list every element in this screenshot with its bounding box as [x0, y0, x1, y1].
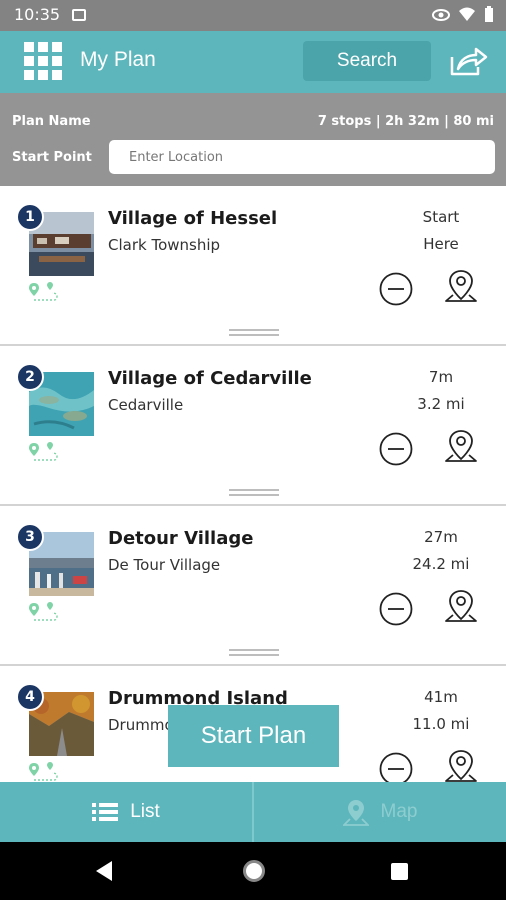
- drag-handle[interactable]: [229, 489, 279, 497]
- list-icon: [92, 803, 119, 821]
- start-plan-button[interactable]: Start Plan: [168, 705, 339, 767]
- tab-map[interactable]: Map: [254, 782, 506, 842]
- home-icon[interactable]: [243, 860, 265, 882]
- stop-distance: 24.2 mi: [412, 555, 470, 573]
- stop-distance: Here: [423, 235, 459, 253]
- recent-apps-icon[interactable]: [391, 863, 408, 880]
- tab-list-label: List: [130, 801, 160, 822]
- stop-distance: 3.2 mi: [417, 395, 465, 413]
- drag-handle[interactable]: [229, 329, 279, 337]
- wifi-icon: [459, 7, 475, 21]
- status-bar: 10:35: [0, 0, 506, 31]
- system-nav-bar: [0, 842, 506, 900]
- stop-subtitle: Clark Township: [108, 236, 221, 254]
- minus-circle-icon[interactable]: [379, 432, 413, 466]
- route-icon[interactable]: [28, 601, 58, 623]
- stop-title: Village of Cedarville: [108, 368, 312, 389]
- drag-handle[interactable]: [229, 649, 279, 657]
- route-icon[interactable]: [28, 761, 58, 783]
- stop-title: Detour Village: [108, 528, 254, 549]
- stop-item[interactable]: 2 Village of Cedarville Cedarville 7m 3.…: [0, 348, 506, 506]
- start-point-label: Start Point: [12, 150, 92, 165]
- start-location-input[interactable]: [109, 140, 495, 174]
- stop-subtitle: Cedarville: [108, 396, 184, 414]
- tab-map-label: Map: [380, 801, 418, 822]
- stop-title: Village of Hessel: [108, 208, 278, 229]
- search-button[interactable]: Search: [303, 41, 431, 81]
- stop-time: 27m: [424, 528, 458, 546]
- page-title: My Plan: [80, 48, 156, 71]
- map-pin-icon[interactable]: [443, 268, 479, 308]
- stop-time: 41m: [424, 688, 458, 706]
- tab-list[interactable]: List: [0, 782, 254, 842]
- share-icon[interactable]: [448, 43, 488, 79]
- plan-header: Plan Name 7 stops | 2h 32m | 80 mi Start…: [0, 93, 506, 186]
- eye-icon: [432, 8, 450, 21]
- app-bar: My Plan Search: [0, 31, 506, 93]
- stop-item[interactable]: 1 Village of Hessel Clark Township Start…: [0, 188, 506, 346]
- stop-distance: 11.0 mi: [412, 715, 470, 733]
- map-pin-icon[interactable]: [443, 428, 479, 468]
- status-time: 10:35: [14, 5, 61, 24]
- route-icon[interactable]: [28, 441, 58, 463]
- minus-circle-icon[interactable]: [379, 752, 413, 786]
- stop-number-badge: 3: [16, 523, 44, 551]
- stop-number-badge: 2: [16, 363, 44, 391]
- stop-number-badge: 4: [16, 683, 44, 711]
- map-marker-icon: [342, 800, 369, 826]
- status-icons: [432, 6, 494, 23]
- plan-stats: 7 stops | 2h 32m | 80 mi: [317, 114, 494, 129]
- map-pin-icon[interactable]: [443, 588, 479, 628]
- battery-icon: [485, 6, 493, 22]
- plan-name-label: Plan Name: [12, 114, 91, 129]
- bottom-tab-bar: List Map: [0, 782, 506, 842]
- minus-circle-icon[interactable]: [379, 272, 413, 306]
- back-icon[interactable]: [96, 861, 112, 881]
- grid-menu-icon[interactable]: [24, 42, 62, 80]
- stop-number-badge: 1: [16, 203, 44, 231]
- route-icon[interactable]: [28, 281, 58, 303]
- image-notification-icon: [72, 9, 86, 21]
- stop-time: 7m: [428, 368, 454, 386]
- stop-time: Start: [422, 208, 460, 226]
- stop-item[interactable]: 3 Detour Village De Tour Village 27m 24.…: [0, 508, 506, 666]
- stop-subtitle: De Tour Village: [108, 556, 221, 574]
- minus-circle-icon[interactable]: [379, 592, 413, 626]
